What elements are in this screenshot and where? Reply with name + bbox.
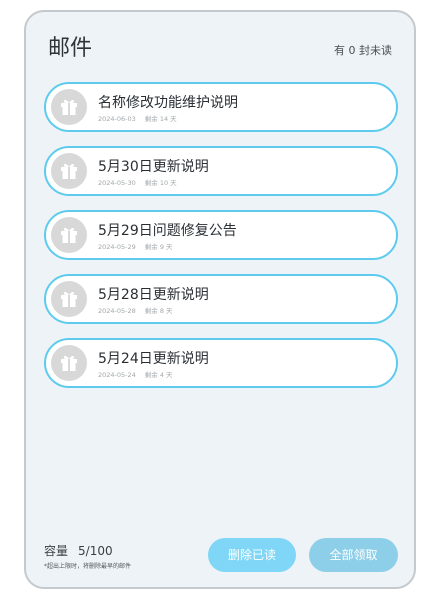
- claim-all-button[interactable]: 全部领取: [309, 538, 398, 572]
- mail-meta: 2024-06-03 剩余 14 天: [98, 113, 177, 123]
- mail-date: 2024-06-03: [98, 115, 136, 123]
- capacity-value: 5/100: [78, 544, 113, 558]
- gift-icon: [51, 345, 87, 381]
- mail-title: 5月24日更新说明: [98, 351, 209, 367]
- mailbox-capacity: 容量 5/100: [44, 542, 113, 559]
- capacity-note: *超出上限时，将删除最早的邮件: [44, 563, 132, 570]
- mail-item[interactable]: 5月30日更新说明 2024-05-30 剩余 10 天: [44, 146, 398, 196]
- mail-date: 2024-05-28: [98, 307, 136, 315]
- gift-icon: [51, 153, 87, 189]
- mail-title: 名称修改功能维护说明: [98, 95, 238, 111]
- unread-count: 有 0 封未读: [334, 44, 392, 57]
- mail-remaining: 剩余 9 天: [144, 243, 173, 251]
- mail-meta: 2024-05-24 剩余 4 天: [98, 369, 173, 379]
- mail-item[interactable]: 5月29日问题修复公告 2024-05-29 剩余 9 天: [44, 210, 398, 260]
- gift-icon: [51, 89, 87, 125]
- mail-remaining: 剩余 4 天: [144, 371, 173, 379]
- mail-date: 2024-05-29: [98, 243, 136, 251]
- mail-item[interactable]: 5月24日更新说明 2024-05-24 剩余 4 天: [44, 338, 398, 388]
- gift-icon: [51, 281, 87, 317]
- page-title: 邮件: [48, 36, 93, 61]
- mail-item[interactable]: 5月28日更新说明 2024-05-28 剩余 8 天: [44, 274, 398, 324]
- mail-remaining: 剩余 14 天: [144, 115, 177, 123]
- mail-date: 2024-05-30: [98, 179, 136, 187]
- delete-read-button[interactable]: 删除已读: [208, 538, 296, 572]
- mail-meta: 2024-05-29 剩余 9 天: [98, 241, 173, 251]
- mail-date: 2024-05-24: [98, 371, 136, 379]
- mail-title: 5月28日更新说明: [98, 287, 209, 303]
- mail-meta: 2024-05-30 剩余 10 天: [98, 177, 177, 187]
- mail-remaining: 剩余 8 天: [144, 307, 173, 315]
- mail-remaining: 剩余 10 天: [144, 179, 177, 187]
- mail-title: 5月29日问题修复公告: [98, 223, 237, 239]
- mail-title: 5月30日更新说明: [98, 159, 209, 175]
- mail-item[interactable]: 名称修改功能维护说明 2024-06-03 剩余 14 天: [44, 82, 398, 132]
- gift-icon: [51, 217, 87, 253]
- mail-list: 名称修改功能维护说明 2024-06-03 剩余 14 天 5月30日更新说明 2024…: [44, 82, 398, 402]
- mail-meta: 2024-05-28 剩余 8 天: [98, 305, 173, 315]
- mail-panel: 邮件 有 0 封未读 名称修改功能维护说明 2024-06-03 剩余 14 天 5月…: [24, 10, 416, 589]
- capacity-label: 容量: [44, 544, 69, 558]
